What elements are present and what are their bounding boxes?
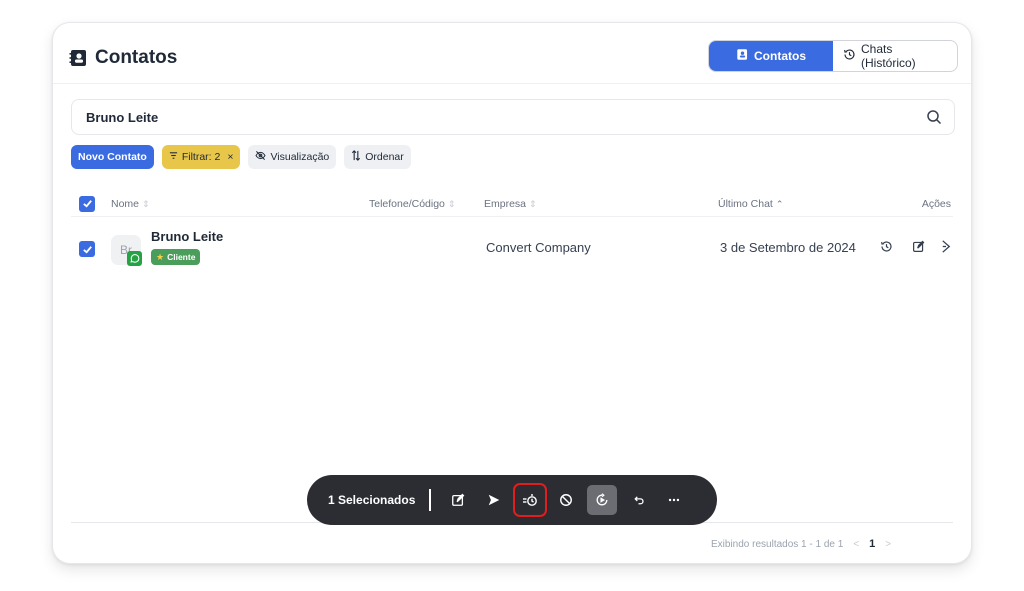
filter-button[interactable]: Filtrar: 2 ×: [161, 145, 241, 169]
sort-icon: [351, 150, 361, 164]
address-book-icon: [736, 48, 749, 64]
eye-off-icon: [255, 150, 267, 164]
sort-arrows-icon: ⇕: [447, 198, 456, 209]
filter-label: Filtrar: 2: [181, 151, 221, 163]
schedule-transfer-icon: [523, 494, 538, 506]
whatsapp-icon: [127, 251, 142, 266]
pagination-summary: Exibindo resultados 1 - 1 de 1: [711, 538, 844, 550]
sort-arrows-icon: ⇕: [529, 198, 537, 209]
current-page[interactable]: 1: [869, 538, 875, 550]
view-label: Visualização: [270, 151, 330, 163]
history-icon[interactable]: [880, 240, 893, 256]
bulk-edit-button[interactable]: [443, 485, 473, 515]
table-header: Nome ⇕ Telefone/Código ⇕ Empresa ⇕ Último C…: [71, 191, 953, 217]
search-input[interactable]: Bruno Leite: [71, 99, 955, 135]
send-icon: [489, 494, 500, 506]
new-contact-button[interactable]: Novo Contato: [71, 145, 154, 169]
sort-button[interactable]: Ordenar: [344, 145, 411, 169]
select-all-checkbox[interactable]: [79, 195, 95, 212]
history-icon: [843, 48, 856, 64]
bulk-undo-button[interactable]: [623, 485, 653, 515]
actions-row: Novo Contato Filtrar: 2 × Visualização O…: [71, 145, 411, 169]
table-row[interactable]: Br Bruno Leite ★ Cliente Convert Company…: [71, 225, 953, 273]
col-nome-label: Nome: [111, 197, 140, 210]
bulk-block-button[interactable]: [551, 485, 581, 515]
col-empresa[interactable]: Empresa ⇕: [484, 198, 718, 210]
filter-clear-button[interactable]: ×: [227, 151, 233, 163]
row-checkbox[interactable]: [79, 241, 95, 257]
col-telefone[interactable]: Telefone/Código ⇕: [369, 198, 484, 210]
restore-icon: [596, 493, 608, 506]
badge-label: Cliente: [167, 252, 196, 262]
bulk-more-button[interactable]: [659, 485, 689, 515]
bulk-schedule-transfer-button[interactable]: [513, 483, 548, 517]
edit-icon[interactable]: [912, 240, 925, 256]
bulk-send-button[interactable]: [479, 485, 509, 515]
search-icon[interactable]: [926, 109, 942, 125]
address-book-icon: [69, 48, 89, 68]
sort-label: Ordenar: [365, 151, 404, 163]
page-title: Contatos: [95, 47, 178, 68]
contact-company: Convert Company: [486, 240, 591, 255]
header-divider: [53, 83, 971, 84]
col-nome[interactable]: Nome ⇕: [111, 198, 369, 210]
col-acoes: Ações: [921, 197, 951, 210]
sort-arrows-icon: ⇕: [142, 198, 150, 209]
send-icon[interactable]: [941, 240, 951, 256]
prev-page-button[interactable]: <: [853, 539, 859, 550]
tab-label: Contatos: [754, 49, 806, 63]
pagination: Exibindo resultados 1 - 1 de 1 < 1 >: [711, 538, 891, 550]
contact-name[interactable]: Bruno Leite: [151, 229, 223, 244]
selection-count: 1 Selecionados: [328, 493, 416, 507]
tab-contatos[interactable]: Contatos: [709, 41, 833, 71]
status-badge: ★ Cliente: [151, 249, 201, 265]
bulk-action-bar: 1 Selecionados: [307, 475, 717, 525]
sort-up-icon: ⌃: [775, 198, 784, 209]
edit-icon: [452, 493, 465, 506]
star-icon: ★: [156, 251, 165, 262]
col-telefone-label: Telefone/Código: [369, 197, 445, 210]
search-value[interactable]: Bruno Leite: [86, 110, 926, 125]
col-ultimo-chat[interactable]: Último Chat ⌃: [718, 198, 910, 210]
more-icon: [669, 498, 680, 502]
tab-label: Chats (Histórico): [861, 42, 916, 70]
col-ultimo-chat-label: Último Chat: [718, 197, 773, 210]
view-toggle: Contatos Chats (Histórico): [708, 40, 958, 72]
bulk-restore-button[interactable]: [587, 485, 618, 515]
view-button[interactable]: Visualização: [248, 145, 337, 169]
tab-chats-historico[interactable]: Chats (Histórico): [833, 41, 957, 71]
page-header: Contatos: [69, 47, 177, 69]
col-empresa-label: Empresa: [484, 197, 527, 210]
selection-divider: [429, 489, 432, 511]
contact-last-chat: 3 de Setembro de 2024: [720, 240, 856, 255]
next-page-button[interactable]: >: [885, 539, 891, 550]
undo-icon: [634, 495, 644, 504]
filter-icon: [169, 151, 178, 163]
block-icon: [560, 494, 573, 506]
